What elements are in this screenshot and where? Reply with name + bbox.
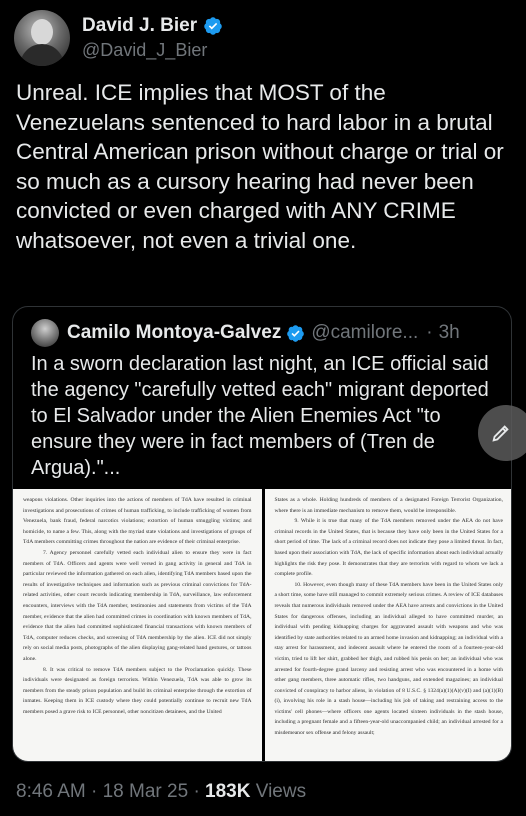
author-names: David J. Bier @David_J_Bier (82, 15, 223, 61)
author-avatar[interactable] (14, 10, 70, 66)
doc-right-paragraph: States as a whole. Holding hundreds of m… (274, 497, 504, 514)
quote-separator: · (426, 322, 433, 343)
meta-separator: · (91, 781, 98, 802)
tweet-metadata: 8:46 AM · 18 Mar 25 · 183K Views (16, 781, 306, 803)
document-image-left[interactable]: weapons violations. Other inquiries into… (13, 489, 262, 761)
doc-left-paragraph: 7. Agency personnel carefully vetted eac… (23, 549, 252, 662)
quote-header: Camilo Montoya-Galvez @camilore... · 3h (31, 319, 460, 347)
author-name-row: David J. Bier (82, 15, 223, 37)
quote-timestamp[interactable]: 3h (439, 322, 460, 344)
tweet-date[interactable]: 18 Mar 25 (103, 781, 189, 802)
quote-author-handle[interactable]: @camilore... (311, 322, 418, 344)
compose-button[interactable] (478, 405, 526, 461)
tweet-author[interactable]: David J. Bier @David_J_Bier (14, 10, 223, 66)
quote-media[interactable]: weapons violations. Other inquiries into… (13, 489, 511, 761)
quote-verified-badge-icon (287, 324, 305, 342)
verified-badge-icon (204, 17, 222, 35)
doc-right-paragraph: 10. However, even though many of these T… (274, 581, 504, 737)
quote-author-name[interactable]: Camilo Montoya-Galvez (67, 322, 281, 344)
views-count[interactable]: 183K (205, 781, 250, 802)
author-display-name[interactable]: David J. Bier (82, 15, 197, 37)
views-label: Views (255, 781, 307, 802)
tweet-text: Unreal. ICE implies that MOST of the Ven… (16, 80, 504, 253)
pencil-icon (492, 425, 509, 442)
quote-author-avatar[interactable] (31, 319, 59, 347)
document-image-right[interactable]: States as a whole. Holding hundreds of m… (264, 489, 511, 761)
tweet-time[interactable]: 8:46 AM (16, 781, 86, 802)
doc-left-paragraph: weapons violations. Other inquiries into… (23, 497, 252, 546)
quote-tweet-card[interactable]: Camilo Montoya-Galvez @camilore... · 3h … (12, 306, 512, 762)
quote-text: In a sworn declaration last night, an IC… (31, 353, 489, 479)
doc-right-paragraph: 9. While it is true that many of the TdA… (274, 518, 504, 578)
doc-left-paragraph: 8. It was critical to remove TdA members… (23, 666, 252, 715)
author-handle[interactable]: @David_J_Bier (82, 40, 223, 61)
tweet-page: David J. Bier @David_J_Bier Unreal. ICE … (0, 0, 526, 816)
meta-separator: · (193, 781, 200, 802)
